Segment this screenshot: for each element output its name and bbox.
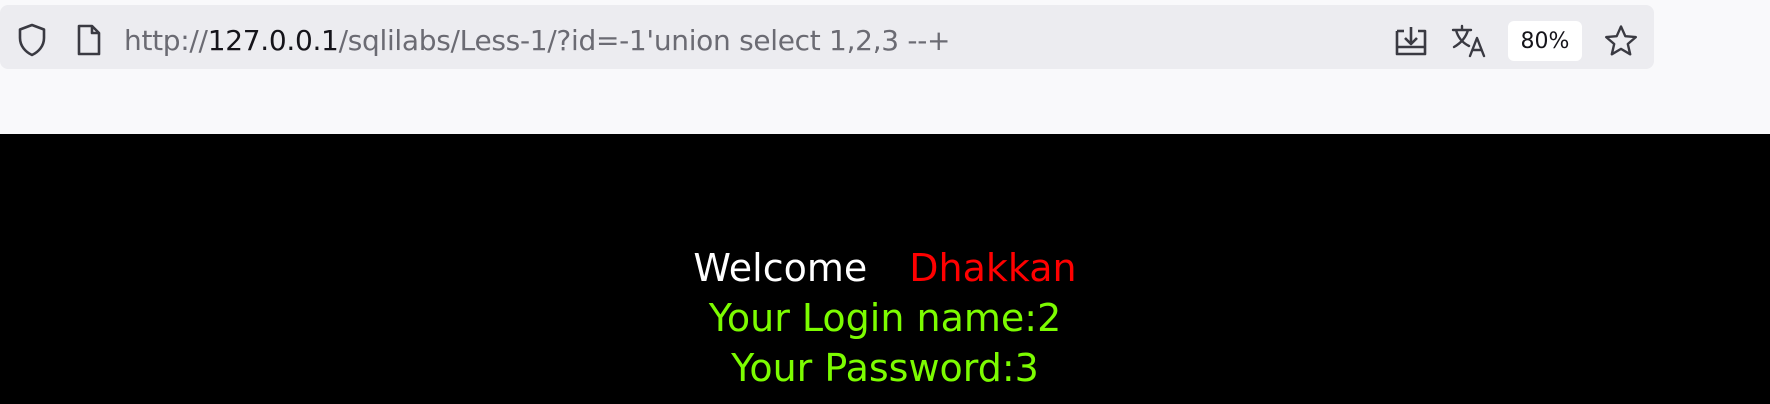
star-icon[interactable] <box>1602 22 1640 60</box>
browser-toolbar: http://127.0.0.1/sqlilabs/Less-1/?id=-1'… <box>0 0 1770 134</box>
shield-icon[interactable] <box>14 22 50 58</box>
translate-icon[interactable] <box>1450 22 1488 60</box>
login-name-text: Your Login name:2 <box>708 296 1062 340</box>
page-icon <box>72 22 106 58</box>
welcome-name: Dhakkan <box>909 246 1077 290</box>
url-host: 127.0.0.1 <box>207 24 339 57</box>
url-scheme: http:// <box>124 24 208 57</box>
url-path: /sqlilabs/Less-1/?id=-1'union select 1,2… <box>338 24 951 57</box>
address-bar[interactable]: http://127.0.0.1/sqlilabs/Less-1/?id=-1'… <box>0 5 1654 69</box>
zoom-level-button[interactable]: 80% <box>1508 21 1582 61</box>
password-text: Your Password:3 <box>731 346 1039 390</box>
download-icon[interactable] <box>1392 22 1430 60</box>
page-content: Welcome Dhakkan Your Login name:2 Your Pa… <box>0 134 1770 404</box>
welcome-label: Welcome <box>693 246 868 290</box>
url-text[interactable]: http://127.0.0.1/sqlilabs/Less-1/?id=-1'… <box>124 17 950 65</box>
welcome-line: Welcome Dhakkan <box>0 244 1770 292</box>
